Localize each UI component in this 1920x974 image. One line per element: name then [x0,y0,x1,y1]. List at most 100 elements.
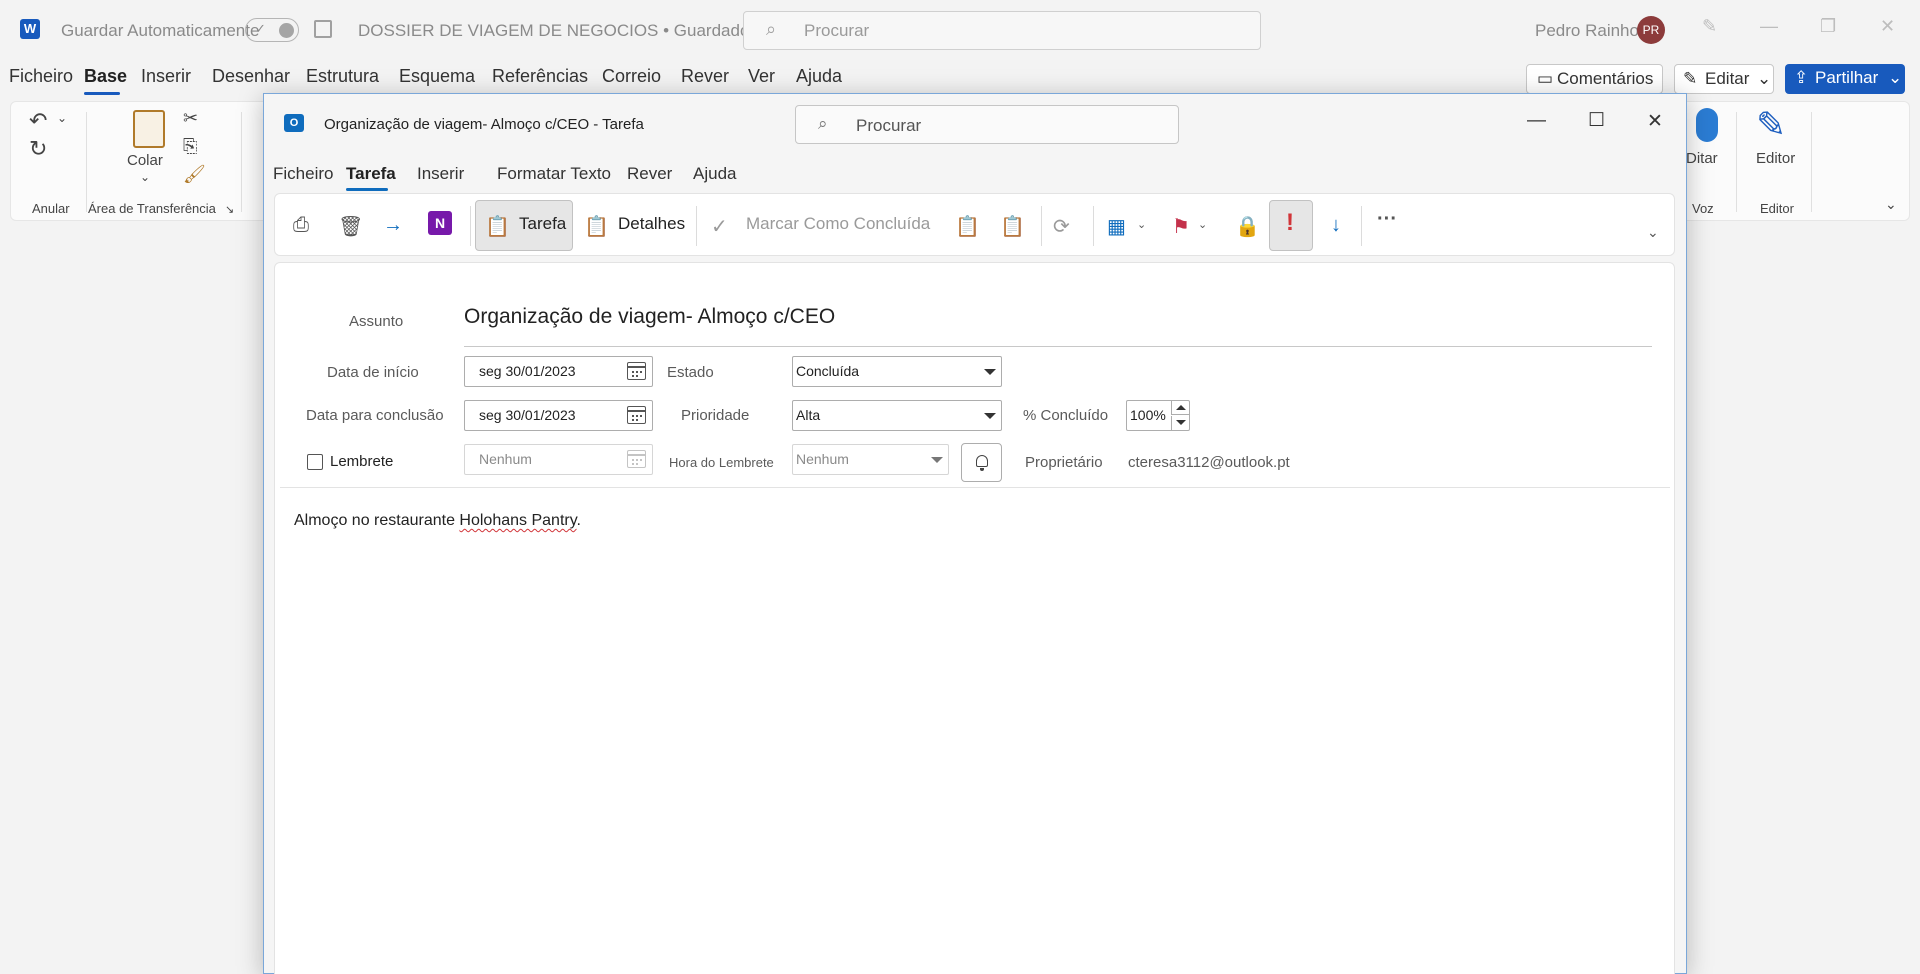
pencil-icon: ✎ [1683,69,1698,88]
collapse-ribbon-icon[interactable]: ⌄ [1885,196,1897,213]
percent-complete-stepper[interactable]: 100% [1126,400,1190,431]
word-title-bar: W Guardar Automaticamente ✓ DOSSIER DE V… [0,0,1920,58]
chevron-down-icon[interactable]: ⌄ [1137,218,1146,231]
active-tab-indicator [346,188,388,191]
comments-button[interactable]: ▭ Comentários [1526,64,1663,94]
maximize-icon[interactable]: ☐ [1588,109,1605,132]
word-menu-ver[interactable]: Ver [748,66,775,87]
calendar-icon[interactable] [627,406,646,424]
minimize-icon[interactable]: — [1527,110,1546,132]
restore-icon[interactable]: ❐ [1820,16,1836,37]
edit-mode-button[interactable]: ✎ Editar ⌄ [1674,64,1774,94]
send-status-report-icon[interactable]: 📋 [1000,214,1025,239]
mark-complete-button[interactable]: Marcar Como Concluída [746,214,930,234]
assign-task-icon[interactable]: 📋 [955,214,980,239]
autosave-toggle[interactable]: ✓ [245,18,299,42]
word-menu-ajuda[interactable]: Ajuda [796,66,842,87]
cut-icon[interactable]: ✂ [183,108,198,129]
reminder-time-dropdown[interactable]: Nenhum [792,444,949,475]
task-menu-ficheiro[interactable]: Ficheiro [273,164,333,184]
word-menu-correio[interactable]: Correio [602,66,661,87]
priority-label: Prioridade [681,407,750,424]
priority-dropdown[interactable]: Alta [792,400,1002,431]
document-title[interactable]: DOSSIER DE VIAGEM DE NEGOCIOS • Guardado… [358,21,768,41]
dialog-launcher-icon[interactable]: ↘ [225,203,234,216]
close-icon[interactable]: ✕ [1880,16,1895,37]
chevron-down-icon[interactable]: ⌄ [140,170,150,184]
more-options-icon[interactable]: ··· [1377,208,1397,231]
pen-icon[interactable]: ✎ [1702,16,1717,37]
redo-icon[interactable]: ↻ [29,136,47,162]
subject-field[interactable]: Organização de viagem- Almoço c/CEO [464,305,835,329]
search-placeholder: Procurar [856,116,922,135]
task-menu-rever[interactable]: Rever [627,164,672,184]
details-icon[interactable]: 📋 [584,214,609,239]
task-form: Assunto Organização de viagem- Almoço c/… [274,262,1675,974]
close-icon[interactable]: ✕ [1647,110,1663,133]
user-name: Pedro Rainho [1535,21,1639,40]
task-menu-tarefa[interactable]: Tarefa [346,164,396,184]
undo-group-label: Anular [32,201,70,216]
avatar[interactable]: PR [1637,16,1665,44]
word-menu-esquema[interactable]: Esquema [399,66,475,87]
checkmark-icon: ✓ [255,21,266,36]
word-menu-ficheiro[interactable]: Ficheiro [9,66,73,87]
word-menu-desenhar[interactable]: Desenhar [212,66,290,87]
microphone-icon[interactable] [1696,108,1718,142]
misspelled-word[interactable]: Holohans Pantry [459,512,576,529]
chevron-down-icon: ⌄ [1888,68,1903,87]
reminder-label[interactable]: Lembrete [330,453,393,470]
chevron-down-icon[interactable]: ⌄ [57,111,67,125]
recurrence-icon[interactable]: ⟳ [1053,214,1070,239]
word-menu-estrutura[interactable]: Estrutura [306,66,379,87]
reminder-date-field[interactable]: Nenhum [464,444,653,475]
minimize-icon[interactable]: — [1760,16,1778,37]
word-menu-bar: Ficheiro Base Inserir Desenhar Estrutura… [0,66,900,95]
calendar-icon[interactable] [627,362,646,380]
expand-ribbon-icon[interactable]: ⌄ [1647,224,1659,241]
decrement-icon[interactable] [1171,416,1189,430]
status-dropdown[interactable]: Concluída [792,356,1002,387]
paste-label[interactable]: Colar [127,152,163,169]
checkmark-icon: ✓ [711,216,728,238]
editor-icon[interactable]: ✎ [1756,104,1786,146]
private-lock-icon[interactable]: 🔒 [1235,214,1260,239]
task-search-box[interactable]: ⌕ Procurar [795,105,1179,144]
task-body-text[interactable]: Almoço no restaurante Holohans Pantry. [294,512,581,530]
word-menu-rever[interactable]: Rever [681,66,729,87]
calendar-icon[interactable] [627,450,646,468]
follow-up-flag-icon[interactable]: ⚑ [1172,214,1190,239]
format-painter-icon[interactable]: 🖌 [183,164,206,185]
onenote-icon[interactable]: N [428,211,452,235]
low-importance-icon[interactable]: ↓ [1331,214,1341,237]
word-search-box[interactable]: ⌕ Procurar [743,11,1261,50]
undo-icon[interactable]: ↶ [29,108,47,134]
bell-icon [976,455,988,471]
word-menu-inserir[interactable]: Inserir [141,66,191,87]
details-button[interactable]: Detalhes [618,214,685,234]
task-menu-ajuda[interactable]: Ajuda [693,164,736,184]
search-icon: ⌕ [818,114,828,133]
word-menu-base[interactable]: Base [84,66,127,87]
task-menu-formatar-texto[interactable]: Formatar Texto [497,164,611,184]
paste-icon[interactable] [133,110,165,148]
save-close-icon[interactable]: ⎙ [293,214,309,237]
delete-icon[interactable]: 🗑 [338,214,363,239]
word-menu-referencias[interactable]: Referências [492,66,588,87]
due-date-field[interactable]: seg 30/01/2023 [464,400,653,431]
increment-icon[interactable] [1171,401,1189,415]
dictate-label[interactable]: Ditar [1686,150,1718,167]
editor-label[interactable]: Editor [1756,150,1795,167]
share-button[interactable]: ⇪ Partilhar ⌄ [1785,64,1905,94]
copy-icon[interactable]: ⎘ [183,136,197,157]
categorize-icon[interactable]: ▦ [1107,214,1126,239]
task-menu-inserir[interactable]: Inserir [417,164,464,184]
reminder-checkbox[interactable] [307,454,323,470]
dropdown-arrow-icon [984,369,996,375]
due-date-label: Data para conclusão [306,407,444,424]
forward-arrow-icon[interactable]: → [383,214,403,237]
start-date-field[interactable]: seg 30/01/2023 [464,356,653,387]
save-icon[interactable] [314,20,332,38]
chevron-down-icon[interactable]: ⌄ [1198,218,1207,231]
reminder-sound-button[interactable] [961,443,1002,482]
